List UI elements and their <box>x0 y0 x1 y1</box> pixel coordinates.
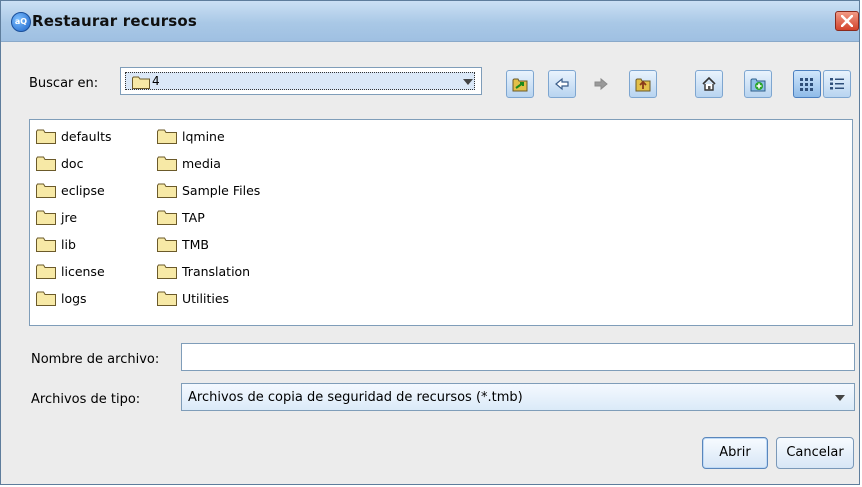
list-item-label: logs <box>61 291 87 306</box>
list-item-label: Utilities <box>182 291 230 306</box>
look-in-label: Buscar en: <box>29 76 99 91</box>
folder-icon <box>36 264 56 279</box>
list-item[interactable]: Sample Files <box>157 179 277 206</box>
list-item-label: media <box>182 156 221 171</box>
folder-icon <box>157 183 177 198</box>
list-item[interactable]: doc <box>36 152 156 179</box>
folder-icon <box>36 156 56 171</box>
dialog-title: Restaurar recursos <box>32 12 198 30</box>
folder-icon <box>157 129 177 144</box>
close-button[interactable] <box>835 11 859 31</box>
up-one-level-button[interactable] <box>629 70 657 98</box>
folder-icon <box>157 264 177 279</box>
file-type-value: Archivos de copia de seguridad de recurs… <box>188 390 523 405</box>
list-item-label: TMB <box>182 237 209 252</box>
folder-icon <box>36 129 56 144</box>
file-type-dropdown[interactable]: Archivos de copia de seguridad de recurs… <box>181 383 855 411</box>
home-button[interactable] <box>695 70 723 98</box>
folder-icon <box>157 237 177 252</box>
file-list-column: lqmine media Sample Files TAP TMB Transl… <box>157 125 277 314</box>
list-item-label: jre <box>61 210 78 225</box>
list-item-label: Translation <box>182 264 251 279</box>
title-bar[interactable]: aQ Restaurar recursos <box>1 1 859 42</box>
folder-icon <box>36 291 56 306</box>
chevron-down-icon[interactable] <box>835 395 845 401</box>
list-item-label: license <box>61 264 105 279</box>
cancel-button[interactable]: Cancelar <box>776 437 854 469</box>
go-to-folder-button[interactable] <box>506 70 534 98</box>
folder-icon <box>36 210 56 225</box>
list-item-label: TAP <box>182 210 205 225</box>
back-button[interactable] <box>548 70 576 98</box>
file-name-input[interactable] <box>181 343 855 371</box>
forward-icon <box>594 77 608 91</box>
list-view-icon <box>800 78 813 91</box>
app-icon: aQ <box>11 12 31 32</box>
details-view-button[interactable] <box>823 70 851 98</box>
list-item[interactable]: media <box>157 152 277 179</box>
list-item[interactable]: Translation <box>157 260 277 287</box>
list-item[interactable]: logs <box>36 287 156 314</box>
file-name-label: Nombre de archivo: <box>31 352 160 367</box>
look-in-selection: 4 <box>125 72 475 90</box>
list-item[interactable]: lib <box>36 233 156 260</box>
list-item[interactable]: lqmine <box>157 125 277 152</box>
details-view-icon <box>830 78 844 90</box>
back-icon <box>555 77 569 91</box>
list-item[interactable]: TAP <box>157 206 277 233</box>
folder-icon <box>132 76 150 89</box>
folder-icon <box>157 291 177 306</box>
folder-icon <box>157 156 177 171</box>
list-view-button[interactable] <box>793 70 821 98</box>
home-icon <box>702 76 716 91</box>
folder-icon <box>157 210 177 225</box>
look-in-dropdown[interactable]: 4 <box>120 67 482 95</box>
list-item[interactable]: defaults <box>36 125 156 152</box>
list-item-label: eclipse <box>61 183 105 198</box>
folder-icon <box>36 237 56 252</box>
forward-button[interactable] <box>587 70 615 98</box>
restore-resources-dialog: aQ Restaurar recursos Buscar en: 4 defau… <box>0 0 860 485</box>
folder-icon <box>36 183 56 198</box>
new-folder-button[interactable] <box>744 70 772 98</box>
up-one-level-icon <box>635 78 651 92</box>
list-item[interactable]: Utilities <box>157 287 277 314</box>
list-item-label: lib <box>61 237 76 252</box>
go-to-folder-icon <box>512 78 528 92</box>
list-item[interactable]: TMB <box>157 233 277 260</box>
list-item[interactable]: eclipse <box>36 179 156 206</box>
close-icon <box>841 15 853 27</box>
look-in-value: 4 <box>152 74 160 88</box>
list-item-label: Sample Files <box>182 183 261 198</box>
list-item-label: defaults <box>61 129 112 144</box>
chevron-down-icon[interactable] <box>463 79 473 85</box>
list-item[interactable]: license <box>36 260 156 287</box>
new-folder-icon <box>750 78 766 92</box>
list-item[interactable]: jre <box>36 206 156 233</box>
list-item-label: doc <box>61 156 84 171</box>
list-item-label: lqmine <box>182 129 225 144</box>
file-list[interactable]: defaults doc eclipse jre lib license log… <box>29 119 853 326</box>
file-type-label: Archivos de tipo: <box>31 392 141 407</box>
file-list-column: defaults doc eclipse jre lib license log… <box>36 125 156 314</box>
open-button[interactable]: Abrir <box>702 437 768 469</box>
